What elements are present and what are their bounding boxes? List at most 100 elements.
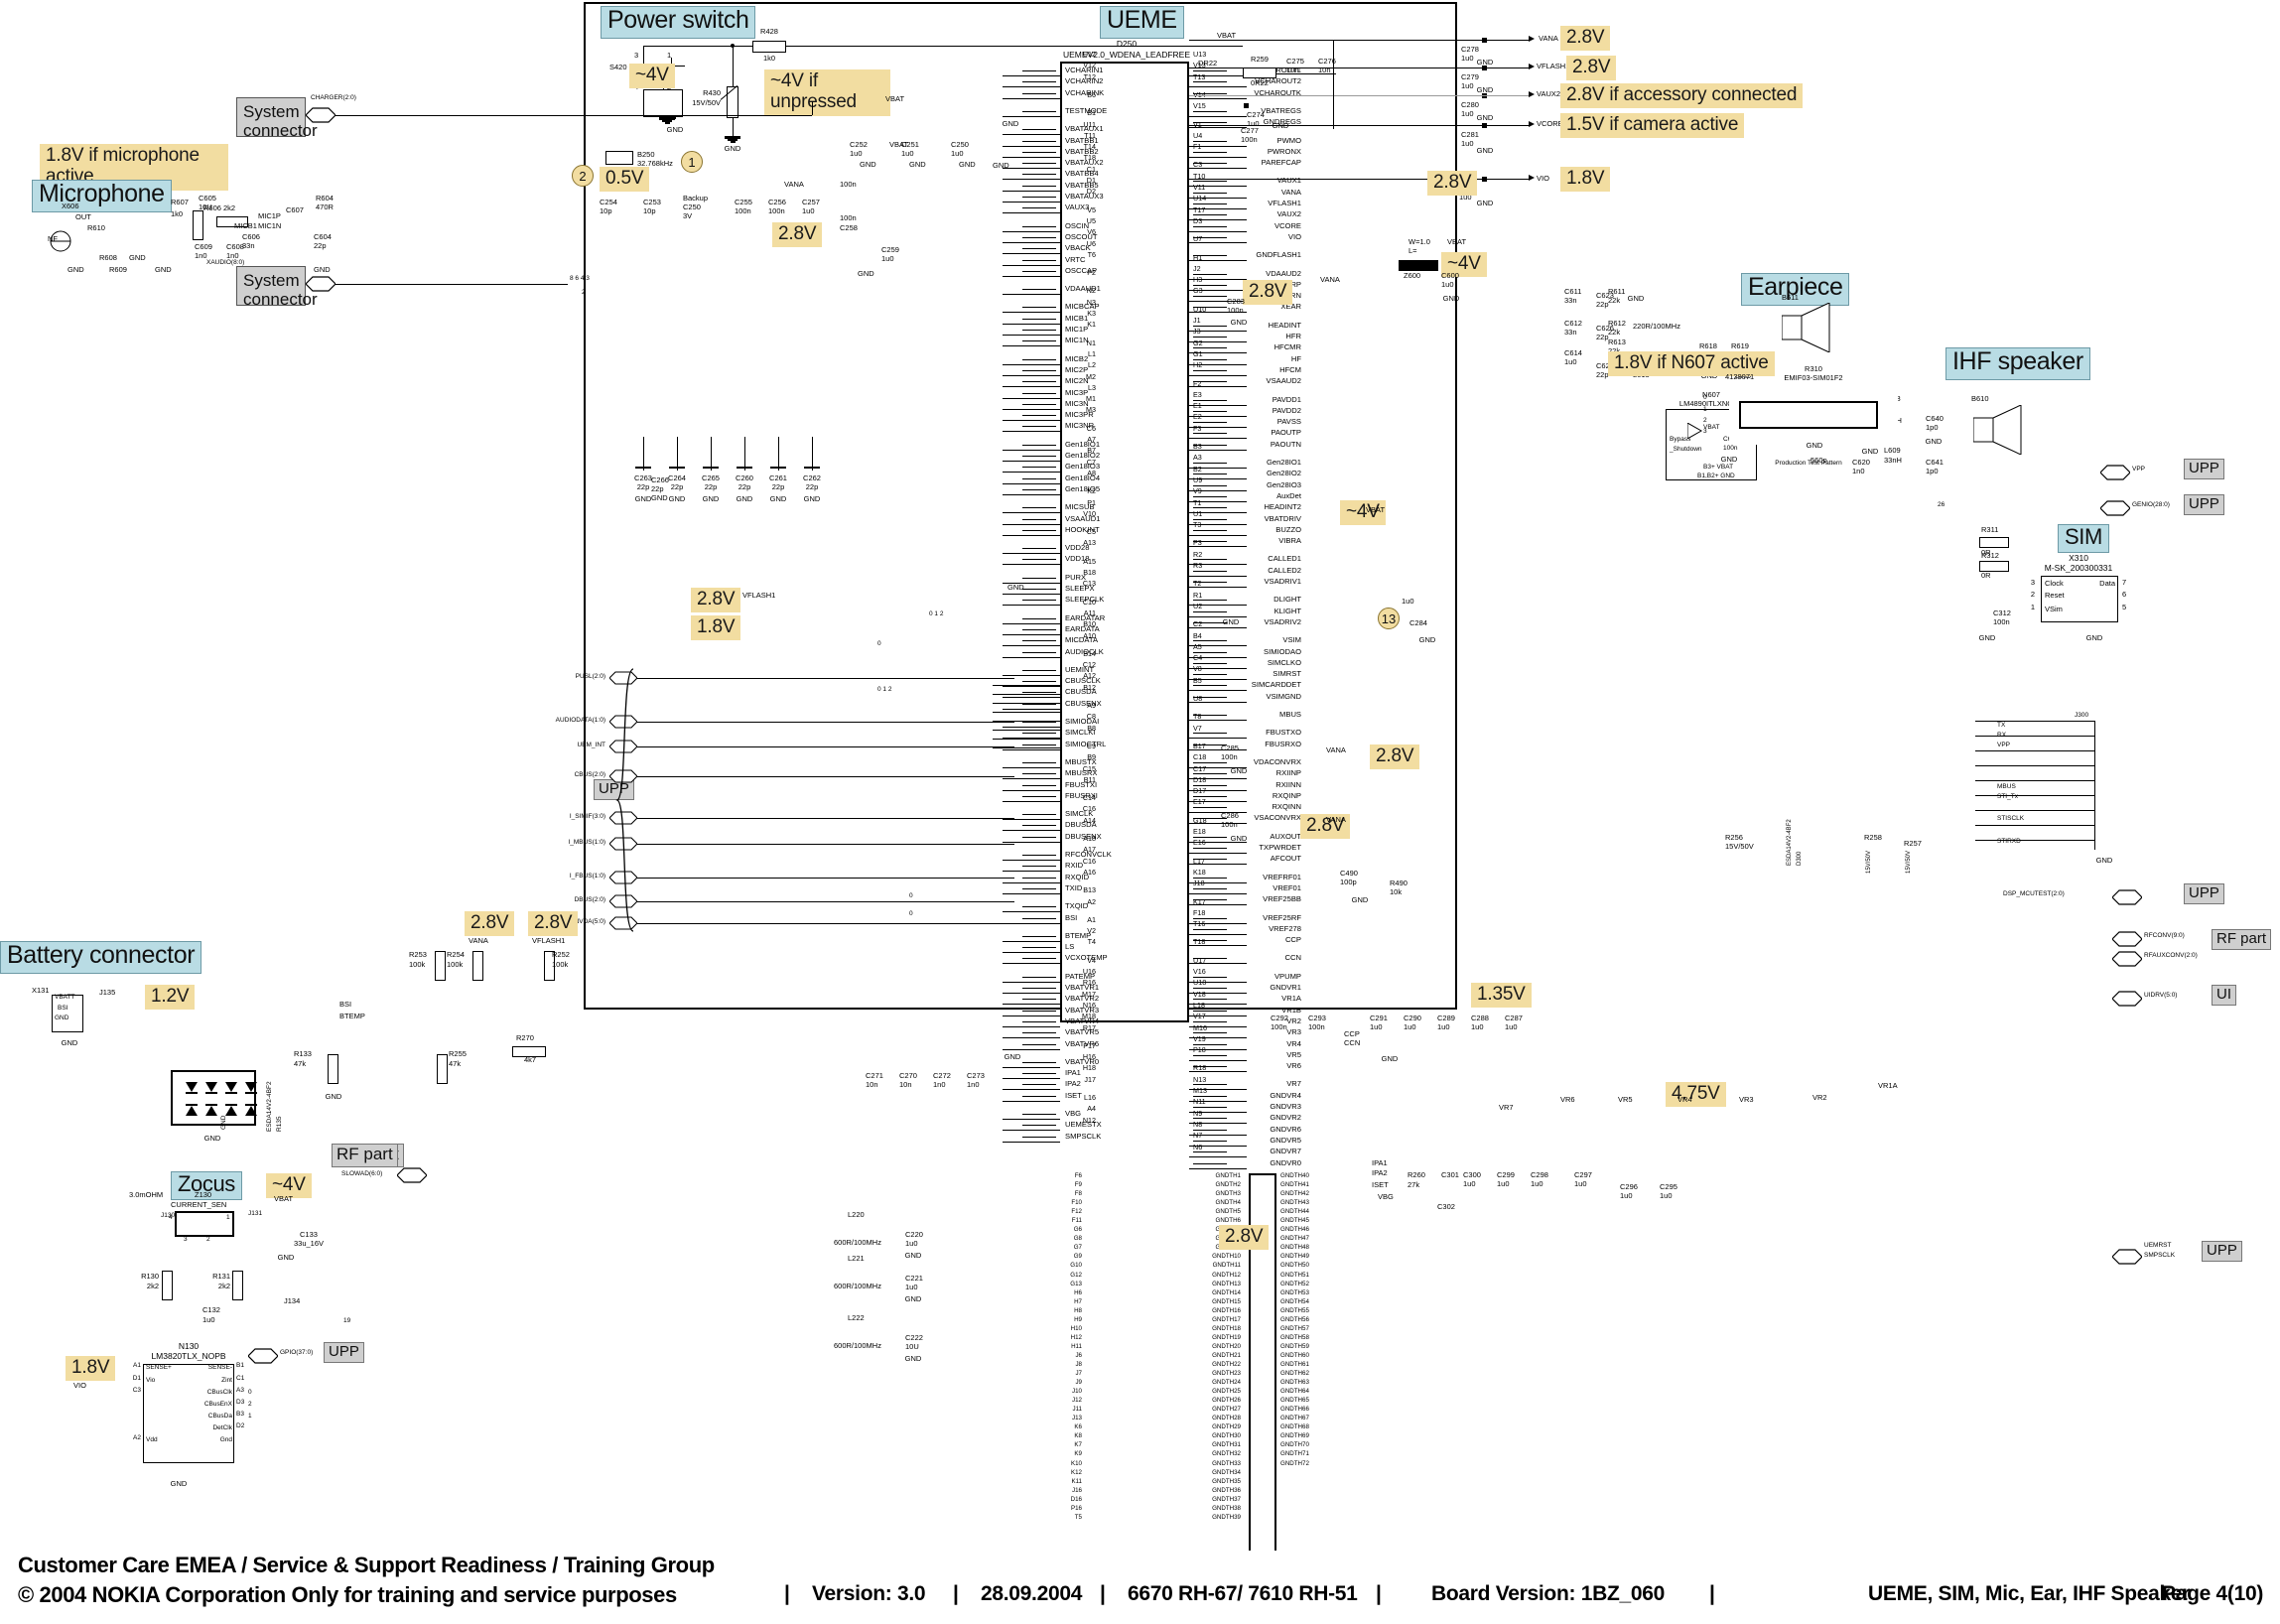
ueme-left-pin-number: A7 bbox=[1087, 435, 1096, 444]
ueme-left-pin-number: C13 bbox=[1082, 579, 1096, 589]
cap-val: 22p bbox=[771, 482, 785, 491]
ueme-right-pin-number: H2 bbox=[1193, 360, 1203, 370]
ueme-right-pin-number: F3 bbox=[1193, 423, 1202, 433]
ueme-left-pin-name: RXID bbox=[1065, 861, 1084, 871]
footer-sep2: | bbox=[953, 1582, 959, 1605]
ueme-right-pin-number: M16 bbox=[1193, 1022, 1207, 1032]
note-12v: 1.2V bbox=[145, 985, 196, 1011]
ueme-right-pin-name: PAOUTP bbox=[1271, 428, 1301, 438]
ueme-left-pin-number: M17 bbox=[1082, 989, 1096, 999]
footer-sep3: | bbox=[1100, 1582, 1106, 1605]
ueme-right-pin-name: VANA bbox=[1280, 187, 1301, 197]
ueme-right-pin-name: PAREFCAP bbox=[1261, 158, 1301, 168]
ueme-right-pin-number: C18 bbox=[1193, 752, 1207, 762]
ueme-right-pin-name: AFCOUT bbox=[1270, 854, 1301, 864]
ueme-left-pin-number: C14 bbox=[1082, 793, 1096, 803]
gndth-pin-list-right: GNDTH40 GNDTH41 GNDTH42 GNDTH43 GNDTH44 GNDTH… bbox=[1280, 1172, 1309, 1470]
ueme-right-pin-name: AuxDet bbox=[1276, 490, 1301, 500]
ueme-right-pin-name: Gen28IO1 bbox=[1266, 458, 1301, 467]
ueme-right-pin-number: T1 bbox=[1193, 497, 1202, 507]
ueme-right-pin-number: E3 bbox=[1193, 389, 1202, 399]
port-xaudio bbox=[306, 276, 335, 292]
resistor-r255 bbox=[437, 1054, 448, 1084]
ueme-right-pin-name: HFR bbox=[1285, 332, 1301, 340]
ueme-right-pin-number: J2 bbox=[1193, 263, 1201, 273]
ueme-refdes: D250 bbox=[1116, 39, 1138, 49]
resistor-r130 bbox=[162, 1271, 173, 1300]
ueme-left-pin-number: B14 bbox=[1083, 648, 1096, 658]
block-title-ueme: UEME bbox=[1100, 6, 1184, 39]
port-uidrv bbox=[2112, 991, 2142, 1007]
ueme-left-pin-name: BSI bbox=[1065, 912, 1078, 922]
ueme-right-pin-name: PAVSS bbox=[1276, 417, 1301, 427]
ueme-left-pin-number: C15 bbox=[1082, 763, 1096, 773]
port-genio bbox=[2100, 500, 2130, 516]
ueme-left-pin-number: B13 bbox=[1083, 885, 1096, 895]
ueme-right-pin-number: V16 bbox=[1193, 967, 1206, 976]
ueme-right-pin-name: VREF01 bbox=[1273, 882, 1301, 892]
ueme-right-pin-number: L18 bbox=[1193, 1000, 1205, 1010]
bus-port-label: I_MBUS(1:0) bbox=[568, 839, 605, 846]
ueme-left-pin-number: A9 bbox=[1087, 701, 1096, 710]
footer-line1: Customer Care EMEA / Service & Support R… bbox=[18, 1553, 715, 1577]
ueme-right-pin-name: TXPWRDET bbox=[1259, 843, 1301, 852]
footer-board: Board Version: 1BZ_060 bbox=[1431, 1582, 1665, 1605]
ueme-left-pin-number: J17 bbox=[1084, 1074, 1096, 1084]
ueme-right-pin-number: U13 bbox=[1193, 50, 1207, 59]
ueme-left-pin-number: A4 bbox=[1087, 1104, 1096, 1114]
ueme-left-pin-number: V12 bbox=[1083, 61, 1096, 70]
ueme-left-pin-name: VBATAUX3 bbox=[1065, 192, 1104, 201]
ueme-left-pin-name: IPA1 bbox=[1065, 1068, 1081, 1078]
port-dsp-mcutest bbox=[2112, 889, 2142, 905]
ueme-left-pin-number: T12 bbox=[1083, 71, 1096, 81]
ueme-left-pin-number: C16 bbox=[1082, 856, 1096, 866]
callout-1: 1 bbox=[681, 151, 703, 173]
ueme-right-pin-number: R3 bbox=[1193, 561, 1203, 570]
ueme-right-pin-name: SIMIODAO bbox=[1264, 646, 1301, 656]
ueme-left-pin-number: C8 bbox=[1086, 712, 1096, 722]
note-4v-mid1: 2.8V bbox=[1427, 171, 1478, 197]
ueme-right-pin-name: VIBRA bbox=[1278, 536, 1301, 546]
ueme-left-pin-number: T11 bbox=[1084, 130, 1096, 140]
block-title-sim: SIM bbox=[2058, 524, 2109, 554]
ueme-left-pin-name: MIC3P bbox=[1065, 387, 1089, 397]
ueme-right-pin-number: N8 bbox=[1193, 1119, 1203, 1129]
ueme-left-pin-number: M1 bbox=[1086, 394, 1096, 404]
cap-val: 22p bbox=[636, 482, 650, 491]
note-18v-zocus: 1.8V bbox=[66, 1356, 116, 1382]
ueme-right-pin-number: K18 bbox=[1193, 867, 1206, 877]
cap-ref: C265 bbox=[702, 474, 720, 482]
ueme-left-pin-number: T6 bbox=[1087, 249, 1096, 259]
ueme-left-pin-number: N1 bbox=[1086, 338, 1096, 347]
ueme-left-pin-number: A14 bbox=[1083, 815, 1096, 825]
ueme-right-pin-name: VAUX2 bbox=[1276, 209, 1301, 219]
ueme-left-pin-number: B11 bbox=[1083, 774, 1096, 784]
ueme-right-pin-number: N7 bbox=[1193, 1131, 1203, 1141]
tag-ui: UI bbox=[2212, 985, 2236, 1007]
system-connector-2: System connector bbox=[236, 266, 318, 309]
cap-val: 22p bbox=[704, 482, 718, 491]
ueme-right-pin-number: V19 bbox=[1193, 1033, 1206, 1043]
ueme-left-pin-name: VCHARINK bbox=[1065, 87, 1105, 97]
ueme-right-pin-name: GNDVR4 bbox=[1270, 1090, 1301, 1100]
ueme-right-pin-name: PAVDD2 bbox=[1272, 405, 1301, 415]
ueme-right-pin-number: N6 bbox=[1193, 1142, 1203, 1151]
ueme-right-pin-name: VR1A bbox=[1281, 994, 1301, 1004]
ueme-right-pin-name: GNDFLASH1 bbox=[1256, 250, 1301, 260]
ueme-right-pin-name: VDACONVRX bbox=[1253, 756, 1301, 766]
resistor-r254 bbox=[472, 951, 483, 981]
ueme-left-pin-number: M3 bbox=[1086, 405, 1096, 415]
ueme-left-pin-name: CBUSENX bbox=[1065, 698, 1102, 708]
ueme-right-pin-name: GNDVR3 bbox=[1270, 1102, 1301, 1111]
ueme-left-pin-name: IPA2 bbox=[1065, 1079, 1081, 1089]
port-charger bbox=[306, 107, 335, 123]
ueme-right-pin-number: R2 bbox=[1193, 549, 1203, 559]
resistor-r428 bbox=[752, 41, 786, 53]
gnd-pin-name: GNDTH72 bbox=[1280, 1459, 1309, 1467]
ueme-left-pin-number: T18 bbox=[1083, 153, 1096, 163]
ueme-right-pin-name: VAUX1 bbox=[1276, 176, 1301, 186]
ueme-left-pin-number: M18 bbox=[1082, 1012, 1096, 1021]
ueme-left-pin-number: U6 bbox=[1086, 238, 1096, 248]
bus-port-label: DBUS(2:0) bbox=[574, 896, 605, 903]
ueme-right-pin-name: VFLASH1 bbox=[1268, 199, 1301, 207]
